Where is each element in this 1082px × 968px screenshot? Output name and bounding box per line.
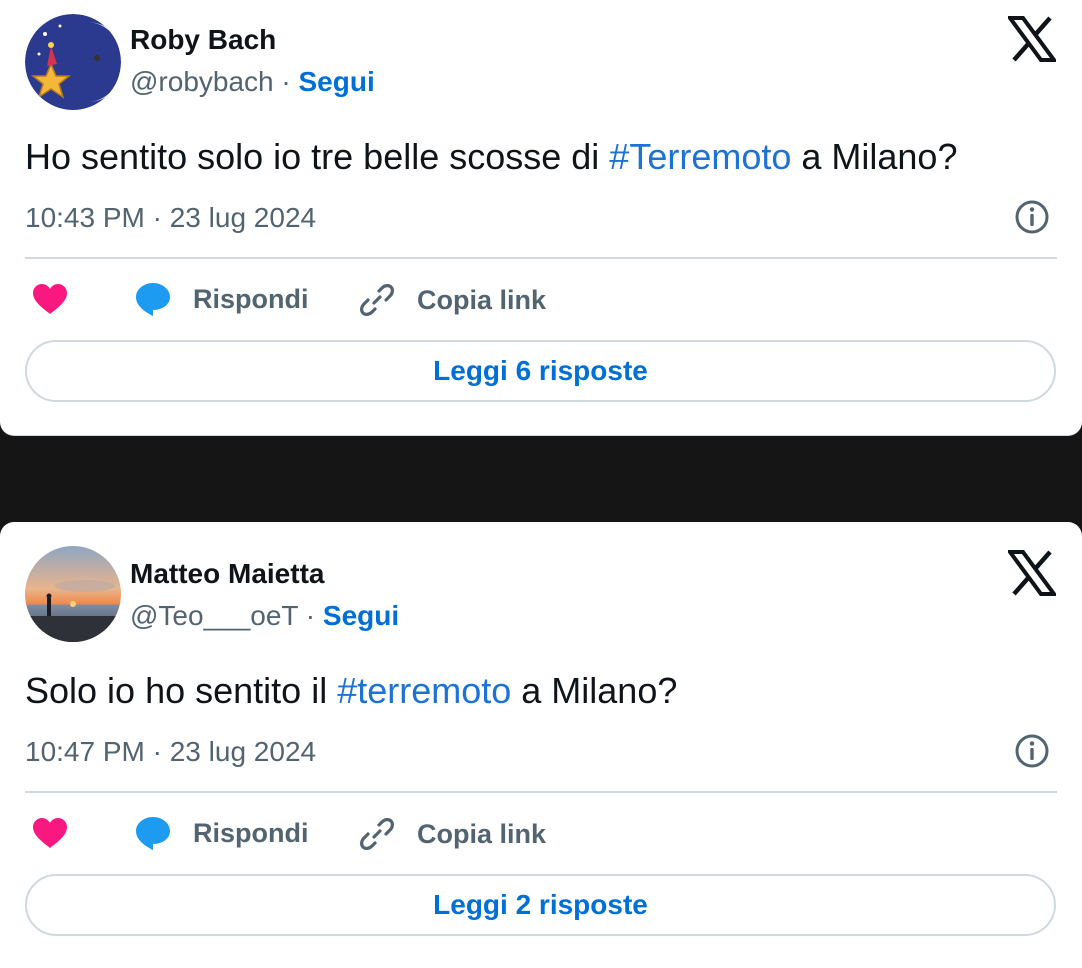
copy-link-label: Copia link [417, 284, 547, 315]
chain-link-icon [360, 284, 394, 316]
follow-button[interactable]: Segui [299, 66, 375, 97]
avatar[interactable] [25, 14, 121, 110]
avatar-moon-star-image [25, 14, 121, 110]
copy-link-button[interactable]: Copia link [358, 815, 546, 853]
handle-line: @Teo___oeT · Segui [130, 600, 399, 632]
reply-label: Rispondi [193, 817, 309, 848]
timestamp[interactable]: 10:43 PM · 23 lug 2024 [25, 202, 316, 234]
copy-link-label: Copia link [417, 818, 547, 849]
tweet-text-part: Ho sentito solo io tre belle scosse di [25, 136, 610, 177]
avatar[interactable] [25, 546, 121, 642]
x-logo-icon[interactable] [1006, 549, 1058, 597]
tweet-text: Solo io ho sentito il #terremoto a Milan… [25, 670, 677, 712]
author-name[interactable]: Roby Bach [130, 24, 276, 56]
avatar-sunset-photo [25, 546, 121, 642]
speech-bubble-icon [136, 817, 170, 850]
separator: · [273, 66, 299, 97]
x-logo-icon[interactable] [1006, 15, 1058, 63]
author-handle[interactable]: @robybach [130, 66, 274, 97]
info-icon[interactable] [1014, 733, 1050, 769]
hashtag-link[interactable]: #Terremoto [609, 136, 791, 177]
divider [25, 257, 1057, 259]
tweet-card: Roby Bach @robybach · Segui Ho sentito s… [0, 0, 1082, 436]
tweet-text-part: Solo io ho sentito il [25, 670, 338, 711]
heart-icon [33, 284, 67, 314]
timestamp[interactable]: 10:47 PM · 23 lug 2024 [25, 736, 316, 768]
tweet-card: Matteo Maietta @Teo___oeT · Segui Solo i… [0, 522, 1082, 968]
info-icon[interactable] [1014, 199, 1050, 235]
chain-link-icon [360, 818, 394, 850]
read-replies-button[interactable]: Leggi 6 risposte [25, 340, 1056, 402]
tweet-text-part: a Milano? [791, 136, 958, 177]
author-handle[interactable]: @Teo___oeT [130, 600, 298, 631]
like-button[interactable] [32, 817, 68, 849]
reply-button[interactable]: Rispondi [135, 815, 309, 851]
reply-button[interactable]: Rispondi [135, 281, 309, 317]
read-replies-button[interactable]: Leggi 2 risposte [25, 874, 1056, 936]
heart-icon [33, 818, 67, 848]
tweet-text-part: a Milano? [511, 670, 678, 711]
like-button[interactable] [32, 283, 68, 315]
divider [25, 791, 1057, 793]
copy-link-button[interactable]: Copia link [358, 281, 546, 319]
speech-bubble-icon [136, 283, 170, 316]
reply-label: Rispondi [193, 283, 309, 314]
author-name[interactable]: Matteo Maietta [130, 558, 324, 590]
hashtag-link[interactable]: #terremoto [337, 670, 511, 711]
handle-line: @robybach · Segui [130, 66, 375, 98]
separator: · [298, 600, 323, 631]
follow-button[interactable]: Segui [323, 600, 399, 631]
tweet-text: Ho sentito solo io tre belle scosse di #… [25, 136, 957, 178]
